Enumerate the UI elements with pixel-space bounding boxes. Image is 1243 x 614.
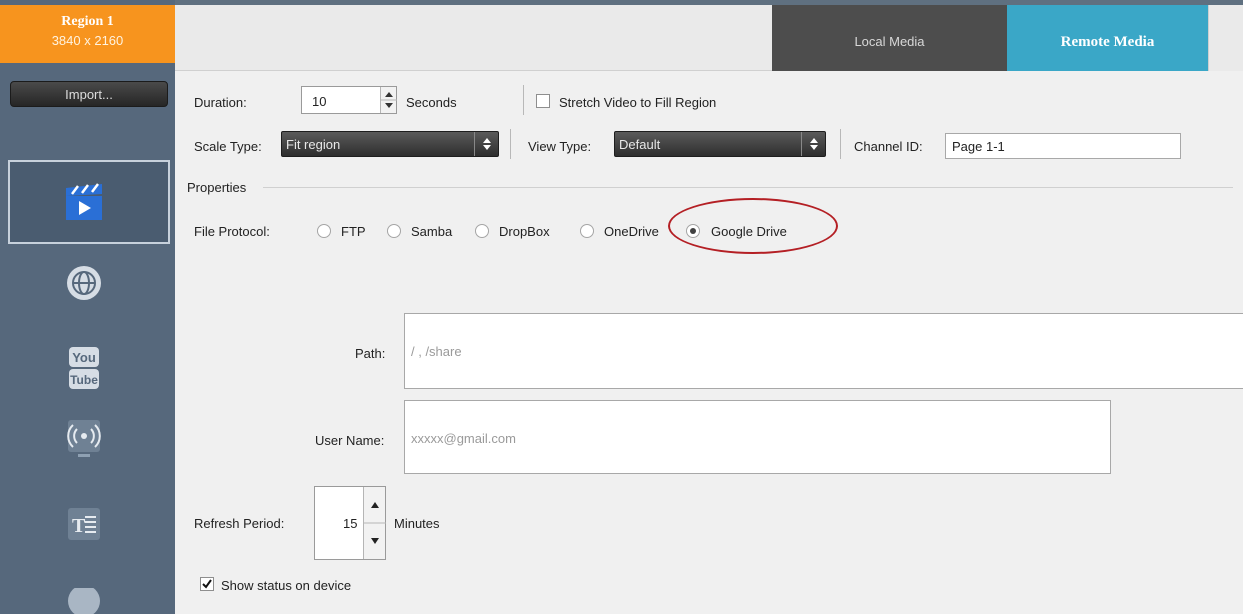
stretch-video-label: Stretch Video to Fill Region [559,95,717,110]
tab-bar-end [1208,5,1243,71]
separator [510,129,511,159]
protocol-ftp-label: FTP [341,224,366,239]
separator [523,85,524,115]
refresh-period-stepper[interactable]: 15 [314,486,386,560]
media-tab-bar: Local Media Remote Media [175,5,1243,71]
channel-id-input[interactable]: Page 1-1 [945,133,1181,159]
separator [840,129,841,159]
protocol-ftp-radio[interactable] [317,224,331,238]
view-type-value: Default [619,137,661,152]
refresh-period-value: 15 [343,516,358,531]
protocol-dropbox-radio[interactable] [475,224,489,238]
region-title: Region 1 [61,14,114,29]
remote-media-form: Duration: 10 Seconds Stretch Video to Fi… [175,71,1243,614]
duration-stepper[interactable]: 10 [301,86,397,114]
import-button[interactable]: Import... [10,81,168,107]
tab-remote-media[interactable]: Remote Media [1007,5,1208,71]
svg-text:T: T [72,515,86,537]
refresh-period-label: Refresh Period: [194,516,285,531]
username-placeholder: xxxxx@gmail.com [411,431,516,446]
path-placeholder: / , /share [411,344,462,359]
select-arrows-icon [801,132,825,156]
duration-stepper-buttons[interactable] [380,87,397,113]
refresh-period-unit: Minutes [394,516,440,531]
text-icon[interactable]: T [60,500,108,548]
highlight-circle-annotation [668,198,838,254]
show-status-checkbox[interactable] [200,577,214,591]
video-clapper-icon[interactable] [60,178,108,226]
path-input[interactable]: / , /share [404,313,1243,389]
broadcast-icon[interactable] [60,414,108,462]
view-type-select[interactable]: Default [614,131,826,157]
protocol-samba-label: Samba [411,224,453,239]
tab-local-media[interactable]: Local Media [772,5,1007,71]
properties-divider [263,187,1233,188]
globe-icon[interactable] [60,259,108,307]
region-selector[interactable]: Region 1 3840 x 2160 [0,5,175,63]
channel-id-value: Page 1-1 [952,139,1005,154]
duration-label: Duration: [194,95,247,110]
scale-type-label: Scale Type: [194,139,262,154]
svg-text:Tube: Tube [70,373,98,387]
username-label: User Name: [315,433,385,448]
show-status-label: Show status on device [221,578,352,593]
file-protocol-label: File Protocol: [194,224,270,239]
duration-unit: Seconds [406,95,457,110]
checkmark-icon [202,579,212,589]
scale-type-select[interactable]: Fit region [281,131,499,157]
channel-id-label: Channel ID: [854,139,923,154]
protocol-samba-radio[interactable] [387,224,401,238]
region-resolution: 3840 x 2160 [51,33,124,48]
protocol-dropbox-label: DropBox [499,224,550,239]
path-label: Path: [355,346,386,361]
sidebar: Region 1 3840 x 2160 Import... You Tube [0,0,175,614]
protocol-onedrive-radio[interactable] [580,224,594,238]
protocol-onedrive-label: OneDrive [604,224,659,239]
view-type-label: View Type: [528,139,592,154]
svg-text:You: You [72,350,96,365]
scale-type-value: Fit region [286,137,341,152]
duration-value: 10 [312,94,327,109]
youtube-icon[interactable]: You Tube [60,344,108,392]
properties-heading: Properties [187,180,247,195]
select-arrows-icon [474,132,498,156]
refresh-stepper-buttons[interactable] [363,487,386,559]
username-input[interactable]: xxxxx@gmail.com [404,400,1111,474]
stretch-video-checkbox[interactable] [536,94,550,108]
more-icon[interactable] [60,588,108,614]
